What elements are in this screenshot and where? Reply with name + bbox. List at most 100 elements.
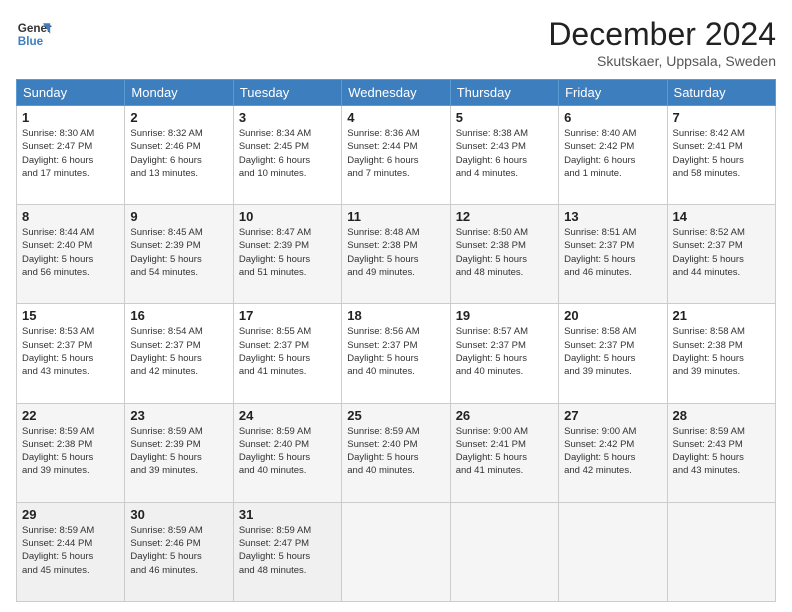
day-cell: 31 Sunrise: 8:59 AM Sunset: 2:47 PM Dayli… [233, 502, 341, 601]
day-cell: 11 Sunrise: 8:48 AM Sunset: 2:38 PM Dayli… [342, 205, 450, 304]
day-info: Sunrise: 8:59 AM Sunset: 2:39 PM Dayligh… [130, 425, 227, 478]
day-info: Sunrise: 9:00 AM Sunset: 2:42 PM Dayligh… [564, 425, 661, 478]
week-row-2: 8Sunrise: 8:44 AM Sunset: 2:40 PM Daylig… [17, 205, 776, 304]
col-friday: Friday [559, 80, 667, 106]
day-cell: 26 Sunrise: 9:00 AM Sunset: 2:41 PM Dayli… [450, 403, 558, 502]
day-number: 22 [22, 408, 119, 423]
day-cell: 20 Sunrise: 8:58 AM Sunset: 2:37 PM Dayli… [559, 304, 667, 403]
day-info: Sunrise: 8:54 AM Sunset: 2:37 PM Dayligh… [130, 325, 227, 378]
day-cell: 10 Sunrise: 8:47 AM Sunset: 2:39 PM Dayli… [233, 205, 341, 304]
day-number: 20 [564, 308, 661, 323]
day-info: Sunrise: 8:59 AM Sunset: 2:46 PM Dayligh… [130, 524, 227, 577]
calendar-table: Sunday Monday Tuesday Wednesday Thursday… [16, 79, 776, 602]
day-number: 16 [130, 308, 227, 323]
day-number: 31 [239, 507, 336, 522]
day-number: 15 [22, 308, 119, 323]
day-cell: 17 Sunrise: 8:55 AM Sunset: 2:37 PM Dayli… [233, 304, 341, 403]
day-info: Sunrise: 8:59 AM Sunset: 2:40 PM Dayligh… [347, 425, 444, 478]
day-info: Sunrise: 8:47 AM Sunset: 2:39 PM Dayligh… [239, 226, 336, 279]
day-number: 18 [347, 308, 444, 323]
day-info: Sunrise: 8:59 AM Sunset: 2:44 PM Dayligh… [22, 524, 119, 577]
day-cell: 7 Sunrise: 8:42 AM Sunset: 2:41 PM Daylig… [667, 106, 775, 205]
day-number: 21 [673, 308, 770, 323]
day-cell: 28Sunrise: 8:59 AM Sunset: 2:43 PM Dayli… [667, 403, 775, 502]
calendar-header-row: Sunday Monday Tuesday Wednesday Thursday… [17, 80, 776, 106]
day-info: Sunrise: 8:40 AM Sunset: 2:42 PM Dayligh… [564, 127, 661, 180]
day-cell: 18 Sunrise: 8:56 AM Sunset: 2:37 PM Dayli… [342, 304, 450, 403]
day-number: 5 [456, 110, 553, 125]
day-number: 25 [347, 408, 444, 423]
month-title: December 2024 [548, 16, 776, 53]
subtitle: Skutskaer, Uppsala, Sweden [548, 53, 776, 69]
week-row-4: 22 Sunrise: 8:59 AM Sunset: 2:38 PM Dayli… [17, 403, 776, 502]
day-cell: 9Sunrise: 8:45 AM Sunset: 2:39 PM Daylig… [125, 205, 233, 304]
day-info: Sunrise: 8:55 AM Sunset: 2:37 PM Dayligh… [239, 325, 336, 378]
day-info: Sunrise: 8:59 AM Sunset: 2:38 PM Dayligh… [22, 425, 119, 478]
day-number: 26 [456, 408, 553, 423]
day-number: 12 [456, 209, 553, 224]
day-info: Sunrise: 9:00 AM Sunset: 2:41 PM Dayligh… [456, 425, 553, 478]
day-info: Sunrise: 8:36 AM Sunset: 2:44 PM Dayligh… [347, 127, 444, 180]
day-cell: 24 Sunrise: 8:59 AM Sunset: 2:40 PM Dayli… [233, 403, 341, 502]
col-saturday: Saturday [667, 80, 775, 106]
day-cell: 27 Sunrise: 9:00 AM Sunset: 2:42 PM Dayli… [559, 403, 667, 502]
day-number: 23 [130, 408, 227, 423]
day-cell: 12 Sunrise: 8:50 AM Sunset: 2:38 PM Dayli… [450, 205, 558, 304]
day-number: 2 [130, 110, 227, 125]
day-info: Sunrise: 8:52 AM Sunset: 2:37 PM Dayligh… [673, 226, 770, 279]
day-number: 17 [239, 308, 336, 323]
day-cell [667, 502, 775, 601]
svg-text:Blue: Blue [18, 35, 44, 48]
day-number: 7 [673, 110, 770, 125]
day-number: 30 [130, 507, 227, 522]
day-number: 6 [564, 110, 661, 125]
day-cell [342, 502, 450, 601]
header: General Blue December 2024 Skutskaer, Up… [16, 16, 776, 69]
day-info: Sunrise: 8:59 AM Sunset: 2:47 PM Dayligh… [239, 524, 336, 577]
day-cell: 6 Sunrise: 8:40 AM Sunset: 2:42 PM Daylig… [559, 106, 667, 205]
day-cell: 1 Sunrise: 8:30 AM Sunset: 2:47 PM Daylig… [17, 106, 125, 205]
day-info: Sunrise: 8:30 AM Sunset: 2:47 PM Dayligh… [22, 127, 119, 180]
col-sunday: Sunday [17, 80, 125, 106]
title-section: December 2024 Skutskaer, Uppsala, Sweden [548, 16, 776, 69]
col-thursday: Thursday [450, 80, 558, 106]
day-number: 10 [239, 209, 336, 224]
day-cell: 30 Sunrise: 8:59 AM Sunset: 2:46 PM Dayli… [125, 502, 233, 601]
page: General Blue December 2024 Skutskaer, Up… [0, 0, 792, 612]
day-info: Sunrise: 8:53 AM Sunset: 2:37 PM Dayligh… [22, 325, 119, 378]
day-info: Sunrise: 8:48 AM Sunset: 2:38 PM Dayligh… [347, 226, 444, 279]
day-info: Sunrise: 8:59 AM Sunset: 2:40 PM Dayligh… [239, 425, 336, 478]
day-info: Sunrise: 8:50 AM Sunset: 2:38 PM Dayligh… [456, 226, 553, 279]
col-tuesday: Tuesday [233, 80, 341, 106]
day-number: 11 [347, 209, 444, 224]
day-number: 1 [22, 110, 119, 125]
day-number: 8 [22, 209, 119, 224]
day-cell: 22 Sunrise: 8:59 AM Sunset: 2:38 PM Dayli… [17, 403, 125, 502]
day-cell [559, 502, 667, 601]
day-info: Sunrise: 8:45 AM Sunset: 2:39 PM Dayligh… [130, 226, 227, 279]
day-info: Sunrise: 8:34 AM Sunset: 2:45 PM Dayligh… [239, 127, 336, 180]
day-cell: 14Sunrise: 8:52 AM Sunset: 2:37 PM Dayli… [667, 205, 775, 304]
day-number: 28 [673, 408, 770, 423]
day-cell: 3 Sunrise: 8:34 AM Sunset: 2:45 PM Daylig… [233, 106, 341, 205]
day-number: 4 [347, 110, 444, 125]
day-info: Sunrise: 8:56 AM Sunset: 2:37 PM Dayligh… [347, 325, 444, 378]
week-row-3: 15 Sunrise: 8:53 AM Sunset: 2:37 PM Dayli… [17, 304, 776, 403]
day-cell: 8Sunrise: 8:44 AM Sunset: 2:40 PM Daylig… [17, 205, 125, 304]
day-cell: 4 Sunrise: 8:36 AM Sunset: 2:44 PM Daylig… [342, 106, 450, 205]
day-cell: 16 Sunrise: 8:54 AM Sunset: 2:37 PM Dayli… [125, 304, 233, 403]
day-info: Sunrise: 8:58 AM Sunset: 2:37 PM Dayligh… [564, 325, 661, 378]
week-row-5: 29 Sunrise: 8:59 AM Sunset: 2:44 PM Dayli… [17, 502, 776, 601]
day-number: 24 [239, 408, 336, 423]
day-info: Sunrise: 8:51 AM Sunset: 2:37 PM Dayligh… [564, 226, 661, 279]
day-info: Sunrise: 8:42 AM Sunset: 2:41 PM Dayligh… [673, 127, 770, 180]
day-cell: 2 Sunrise: 8:32 AM Sunset: 2:46 PM Daylig… [125, 106, 233, 205]
day-cell: 23 Sunrise: 8:59 AM Sunset: 2:39 PM Dayli… [125, 403, 233, 502]
day-number: 27 [564, 408, 661, 423]
day-info: Sunrise: 8:32 AM Sunset: 2:46 PM Dayligh… [130, 127, 227, 180]
col-monday: Monday [125, 80, 233, 106]
logo: General Blue [16, 16, 52, 52]
day-number: 3 [239, 110, 336, 125]
day-number: 29 [22, 507, 119, 522]
day-info: Sunrise: 8:57 AM Sunset: 2:37 PM Dayligh… [456, 325, 553, 378]
